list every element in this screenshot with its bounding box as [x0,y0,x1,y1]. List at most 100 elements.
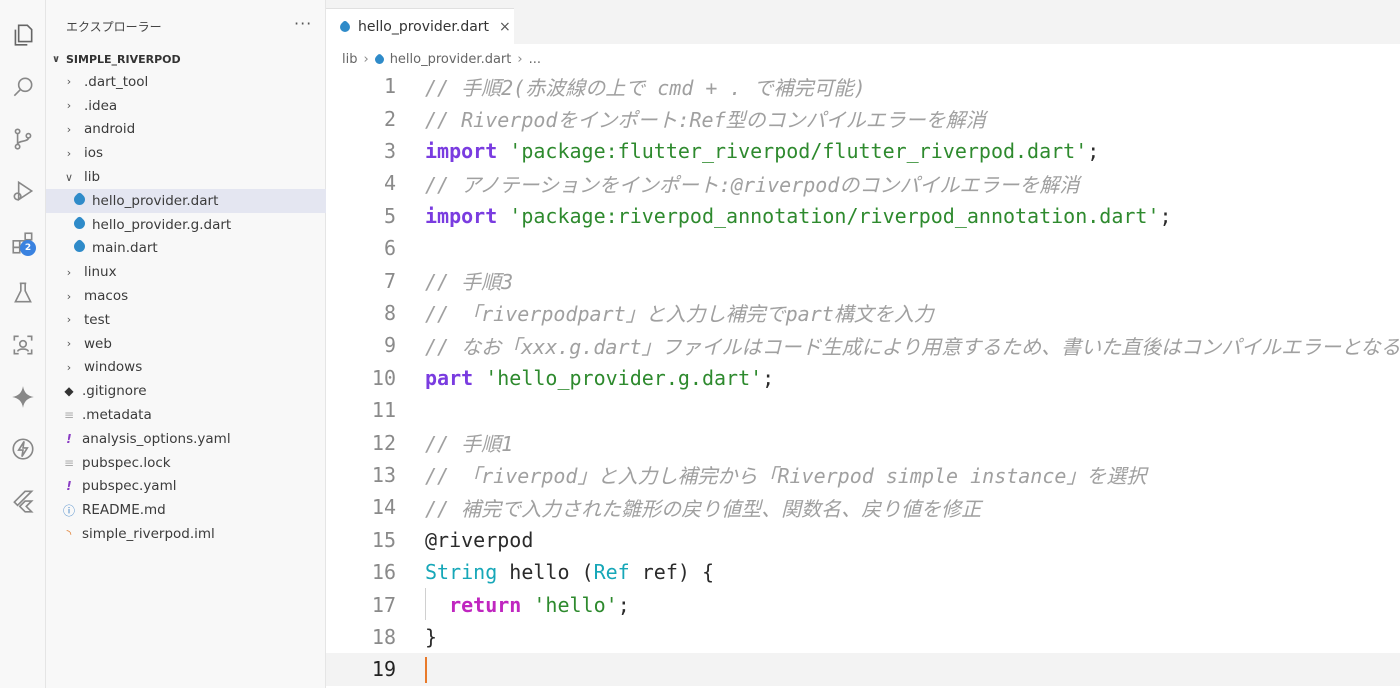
line-number: 11 [371,398,396,423]
code-line[interactable]: 16 String hello (Ref ref) { [326,556,1400,588]
file-tree-label: ios [84,145,104,162]
code-line[interactable]: 17 return 'hello'; [326,588,1400,621]
breadcrumb-item[interactable]: hello_provider.dart [390,52,512,67]
file-tree-label: macos [84,288,129,305]
file-tree-item[interactable]: hello_provider.g.dart [46,213,326,237]
code-line[interactable]: 13 // 「riverpod」と入力し補完から「Riverpod simple … [326,459,1400,491]
file-tree-item[interactable]: ! pubspec.yaml [46,475,326,499]
flutter-icon[interactable] [6,484,40,518]
file-tree-item[interactable]: › android [46,118,326,142]
code-line[interactable]: 11 [326,394,1400,426]
tab-bar: hello_provider.dart × [326,0,1400,44]
explorer-title: エクスプローラー [66,20,162,34]
code-content: // 補完で入力された雛形の戻り値型、関数名、戻り値を修正 [425,493,981,522]
code-content: import 'package:riverpod_annotation/rive… [425,204,1172,228]
dart-icon [71,239,87,255]
remote-explorer-icon[interactable] [6,328,40,362]
line-number: 9 [383,333,396,358]
code-string: 'package:flutter_riverpod/flutter_riverp… [509,138,1088,163]
dart-icon [71,215,87,232]
line-number: 3 [383,138,396,163]
file-tree-item[interactable]: › test [46,308,326,332]
file-tree-item[interactable]: main.dart [46,237,326,261]
yaml-icon: ! [66,431,72,446]
code-text: ; [617,592,630,617]
code-keyword: part [425,365,474,390]
file-tree-item[interactable]: ⓘ README.md [46,498,326,522]
sparkle-icon[interactable] [6,380,40,414]
tab-label: hello_provider.dart [358,18,490,35]
chevron-right-icon: › [66,289,72,303]
file-tree-item[interactable]: ! analysis_options.yaml [46,427,326,451]
line-number: 18 [371,624,396,649]
code-string: 'hello' [533,592,618,617]
file-tree-item[interactable]: ◝ simple_riverpod.iml [46,522,326,546]
code-comment: // 「riverpod」と入力し補完から「Riverpod simple in… [425,464,1147,489]
code-type: String [425,560,498,585]
code-content: // Riverpodをインポート:Ref型のコンパイルエラーを解消 [425,104,986,133]
file-tree-item[interactable]: ≡ pubspec.lock [46,451,326,475]
testing-icon[interactable] [6,276,40,310]
run-debug-icon[interactable] [6,174,40,208]
breadcrumb-item[interactable]: ... [529,52,541,67]
file-tree-item[interactable]: › .dart_tool [46,70,326,94]
code-line[interactable]: 8 // 「riverpodpart」と入力し補完でpart構文を入力 [326,297,1400,329]
code-line[interactable]: 1 // 手順2(赤波線の上で cmd + . で補完可能) [326,70,1400,102]
files-icon[interactable] [6,18,40,52]
more-actions-icon[interactable]: ··· [294,14,312,33]
file-tree-label: main.dart [92,240,158,257]
line-number: 16 [371,560,396,585]
chevron-down-icon: ∨ [51,53,61,65]
line-number: 15 [371,527,396,552]
workspace-section[interactable]: ∨ SIMPLE_RIVERPOD [46,48,326,70]
file-tree-item[interactable]: › linux [46,260,326,284]
code-line[interactable]: 7 // 手順3 [326,264,1400,296]
source-control-icon[interactable] [6,122,40,156]
file-tree-item[interactable]: ◆ .gitignore [46,379,326,403]
code-line[interactable]: 5 import 'package:riverpod_annotation/riv… [326,200,1400,232]
code-line[interactable]: 18} [326,621,1400,653]
breadcrumb-item[interactable]: lib [342,52,357,67]
code-line[interactable]: 15 @riverpod [326,524,1400,556]
file-tree-item[interactable]: hello_provider.dart [46,188,326,213]
line-number: 8 [383,300,396,325]
code-comment: // Riverpodをインポート:Ref型のコンパイルエラーを解消 [425,108,986,133]
file-tree-label: android [84,121,136,138]
code-comment: // 補完で入力された雛形の戻り値型、関数名、戻り値を修正 [425,496,982,521]
tab-hello-provider[interactable]: hello_provider.dart × [326,8,514,44]
info-icon: ⓘ [62,503,75,518]
code-line[interactable]: 12 // 手順1 [326,426,1400,458]
dart-icon [71,191,87,208]
code-text: ; [1087,138,1100,163]
file-tree-item[interactable]: › web [46,332,326,356]
code-line[interactable]: 19 [326,653,1400,686]
lightning-icon[interactable] [6,432,40,466]
code-content: // 手順3 [425,266,513,295]
code-string: 'hello_provider.g.dart' [485,365,763,390]
line-number: 12 [371,430,396,455]
code-line[interactable]: 3 import 'package:flutter_riverpod/flutte… [326,135,1400,167]
file-tree-item[interactable]: › macos [46,284,326,308]
file-tree-item[interactable]: ≡ .metadata [46,403,326,427]
text-cursor [425,657,427,684]
close-icon[interactable]: × [499,19,511,35]
code-line[interactable]: 4 // アノテーションをインポート:@riverpodのコンパイルエラーを解消 [326,167,1400,199]
file-tree-label: pubspec.yaml [82,478,177,495]
chevron-right-icon: › [66,75,72,89]
dart-icon [372,52,386,66]
file-tree-item[interactable]: › .idea [46,94,326,118]
code-line[interactable]: 2 // Riverpodをインポート:Ref型のコンパイルエラーを解消 [326,102,1400,134]
chevron-right-icon: › [66,360,72,374]
line-number: 17 [371,592,396,617]
code-line[interactable]: 10 part 'hello_provider.g.dart'; [326,362,1400,394]
file-tree-item[interactable]: › ios [46,141,326,165]
search-icon[interactable] [6,70,40,104]
code-line[interactable]: 9 // なお「xxx.g.dart」ファイルはコード生成により用意するため、書い… [326,329,1400,361]
file-tree-item[interactable]: › windows [46,356,326,380]
file-tree-item[interactable]: ∨ lib [46,165,326,189]
code-keyword: import [425,203,498,228]
code-content: String hello (Ref ref) { [425,560,714,584]
code-line[interactable]: 14 // 補完で入力された雛形の戻り値型、関数名、戻り値を修正 [326,491,1400,523]
code-line[interactable]: 6 [326,232,1400,264]
code-content: // アノテーションをインポート:@riverpodのコンパイルエラーを解消 [425,169,1079,198]
